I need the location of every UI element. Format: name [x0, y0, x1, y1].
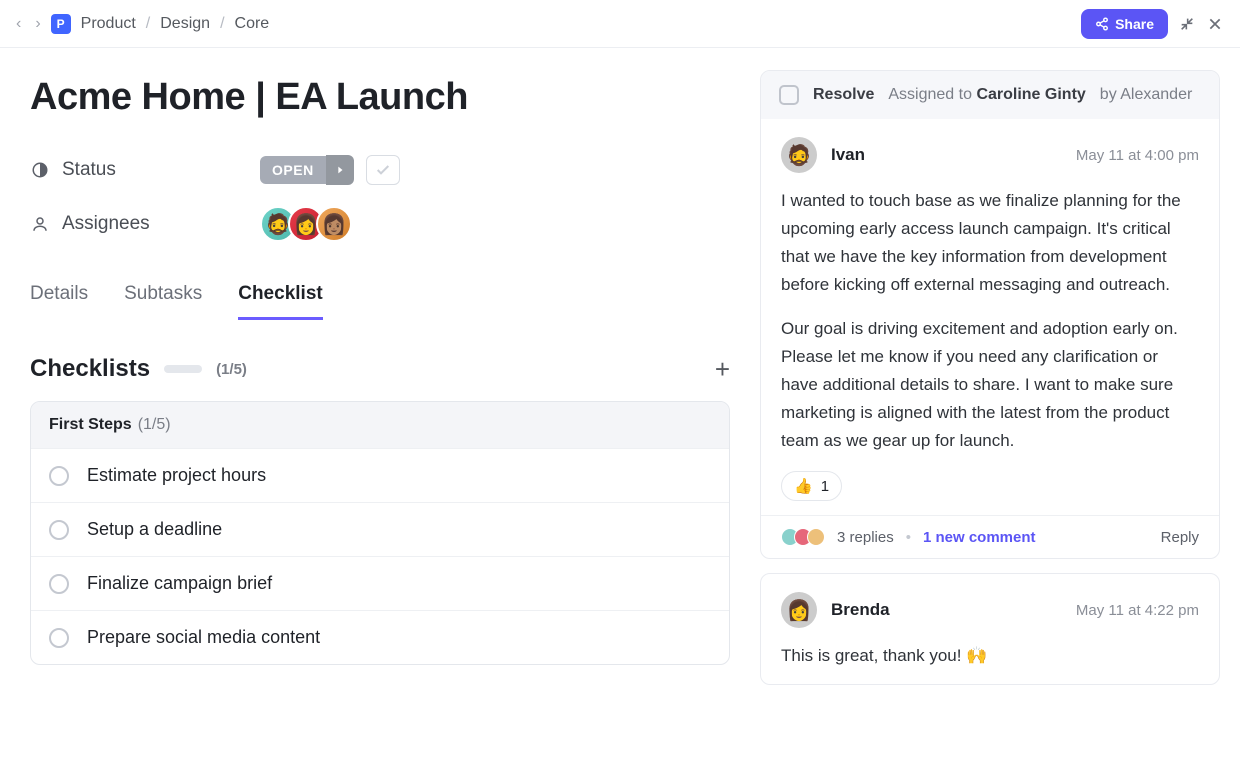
checklist-item[interactable]: Finalize campaign brief [31, 556, 729, 610]
comment-author: Ivan [831, 145, 865, 165]
separator-icon: • [906, 529, 911, 546]
status-next-icon[interactable] [326, 155, 354, 185]
status-icon [30, 160, 50, 180]
breadcrumb-item-product[interactable]: Product [81, 15, 136, 33]
collapse-icon[interactable] [1178, 15, 1196, 33]
nav-forward-icon[interactable]: › [35, 16, 40, 32]
workspace-badge[interactable]: P [51, 14, 71, 34]
reply-button[interactable]: Reply [1161, 529, 1199, 546]
thumbs-up-icon: 👍 [794, 477, 813, 495]
radio-icon[interactable] [49, 466, 69, 486]
checklists-title: Checklists [30, 355, 150, 383]
radio-icon[interactable] [49, 520, 69, 540]
resolve-label[interactable]: Resolve [813, 86, 874, 104]
comment: 👩 Brenda May 11 at 4:22 pm This is great… [760, 573, 1220, 685]
status-value: OPEN [260, 156, 326, 184]
radio-icon[interactable] [49, 628, 69, 648]
radio-icon[interactable] [49, 574, 69, 594]
reaction-button[interactable]: 👍 1 [781, 471, 842, 501]
share-label: Share [1115, 16, 1154, 32]
assignees-row: Assignees 🧔 👩 👩🏽 [30, 201, 730, 247]
comment: 🧔 Ivan May 11 at 4:00 pm I wanted to tou… [761, 119, 1219, 515]
mark-complete-button[interactable] [366, 155, 400, 185]
checklists-header: Checklists (1/5) + [30, 355, 730, 383]
comment-author: Brenda [831, 600, 890, 620]
breadcrumb-item-design[interactable]: Design [160, 15, 210, 33]
resolve-checkbox[interactable] [779, 85, 799, 105]
comment-time: May 11 at 4:00 pm [1076, 147, 1199, 164]
checklist-item[interactable]: Setup a deadline [31, 502, 729, 556]
tabs: Details Subtasks Checklist [30, 283, 730, 321]
comment-body: This is great, thank you! 🙌 [781, 642, 1199, 670]
nav-back-icon[interactable]: ‹ [16, 16, 21, 32]
share-icon [1095, 17, 1109, 31]
person-icon [30, 214, 50, 234]
assigned-to-text: Assigned to Caroline Ginty [888, 86, 1085, 104]
checklist-item-label: Estimate project hours [87, 465, 266, 486]
reply-avatars [781, 528, 825, 546]
new-comment-link[interactable]: 1 new comment [923, 529, 1036, 546]
page-title: Acme Home | EA Launch [30, 76, 730, 119]
checklist-item-label: Prepare social media content [87, 627, 320, 648]
thread-header: Resolve Assigned to Caroline Ginty by Al… [761, 71, 1219, 119]
breadcrumb: P Product / Design / Core [51, 14, 270, 34]
progress-bar [164, 365, 202, 373]
breadcrumb-sep-icon: / [220, 15, 224, 33]
task-main: Acme Home | EA Launch Status OPEN [0, 48, 760, 772]
comment-time: May 11 at 4:22 pm [1076, 602, 1199, 619]
avatar [807, 528, 825, 546]
nav-arrows: ‹ › [16, 16, 41, 32]
avatar[interactable]: 👩 [781, 592, 817, 628]
checklist-card: First Steps (1/5) Estimate project hours… [30, 401, 730, 665]
breadcrumb-item-core[interactable]: Core [235, 15, 270, 33]
checklist-item-label: Setup a deadline [87, 519, 222, 540]
assignees-label: Assignees [62, 213, 150, 235]
comments-panel: Resolve Assigned to Caroline Ginty by Al… [760, 48, 1240, 772]
avatar[interactable]: 🧔 [781, 137, 817, 173]
tab-details[interactable]: Details [30, 283, 88, 320]
status-pill[interactable]: OPEN [260, 155, 354, 185]
tab-subtasks[interactable]: Subtasks [124, 283, 202, 320]
reaction-count: 1 [821, 478, 829, 495]
assigned-name: Caroline Ginty [976, 86, 1085, 103]
comment-thread: Resolve Assigned to Caroline Ginty by Al… [760, 70, 1220, 559]
tab-checklist[interactable]: Checklist [238, 283, 322, 320]
breadcrumb-sep-icon: / [146, 15, 150, 33]
avatar[interactable]: 👩🏽 [316, 206, 352, 242]
assigned-by-text: by Alexander [1100, 86, 1193, 104]
checklist-item-label: Finalize campaign brief [87, 573, 272, 594]
top-bar: ‹ › P Product / Design / Core Share [0, 0, 1240, 48]
checklists-count: (1/5) [216, 361, 247, 378]
checklist-count: (1/5) [138, 416, 171, 434]
add-checklist-icon[interactable]: + [715, 356, 730, 382]
close-icon[interactable] [1206, 15, 1224, 33]
status-label: Status [62, 159, 116, 181]
share-button[interactable]: Share [1081, 9, 1168, 39]
checklist-item[interactable]: Estimate project hours [31, 448, 729, 502]
checklist-name: First Steps [49, 416, 132, 434]
checklist-card-header[interactable]: First Steps (1/5) [31, 402, 729, 448]
assignee-avatars[interactable]: 🧔 👩 👩🏽 [260, 206, 352, 242]
checklist-item[interactable]: Prepare social media content [31, 610, 729, 664]
comment-body: I wanted to touch base as we finalize pl… [781, 187, 1199, 455]
status-row: Status OPEN [30, 147, 730, 193]
replies-count[interactable]: 3 replies [837, 529, 894, 546]
thread-footer: 3 replies • 1 new comment Reply [761, 515, 1219, 558]
